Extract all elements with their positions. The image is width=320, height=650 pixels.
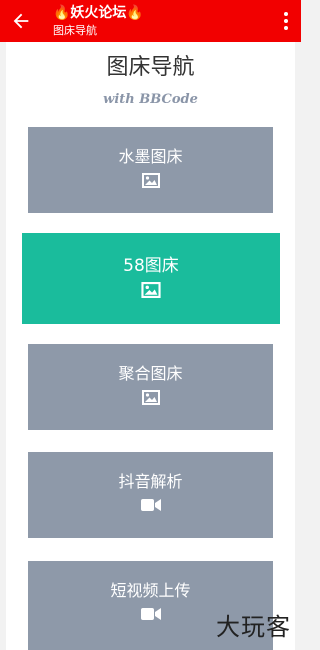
card-label: 水墨图床 (118, 147, 183, 166)
card-label: 聚合图床 (118, 364, 183, 383)
card-shuimo-image-host[interactable]: 水墨图床 (28, 127, 273, 213)
app-bar-titles: 🔥妖火论坛🔥 图床导航 (53, 5, 144, 38)
card-douyin-parser[interactable]: 抖音解析 (28, 452, 273, 538)
video-camera-icon (140, 608, 161, 620)
image-icon (141, 390, 160, 405)
card-juhe-image-host[interactable]: 聚合图床 (28, 344, 273, 430)
video-camera-icon (140, 499, 161, 511)
page-subtitle: with BBCode (103, 92, 198, 107)
app-subtitle: 图床导航 (53, 24, 97, 37)
main-content: 图床导航 with BBCode 水墨图床 58图床 聚合图床 抖音解析 短视频… (6, 42, 295, 650)
card-label: 58图床 (123, 256, 179, 276)
page-title: 图床导航 (106, 55, 195, 80)
app-title: 🔥妖火论坛🔥 (53, 5, 144, 21)
more-vertical-icon[interactable] (279, 11, 293, 31)
card-label: 短视频上传 (110, 581, 191, 600)
watermark: 大玩客 (216, 613, 291, 641)
image-icon (141, 173, 160, 188)
app-bar: 🔥妖火论坛🔥 图床导航 (0, 0, 301, 42)
image-icon (141, 282, 161, 298)
arrow-left-icon[interactable] (10, 10, 32, 32)
card-label: 抖音解析 (118, 472, 183, 491)
card-58-image-host[interactable]: 58图床 (22, 233, 280, 324)
